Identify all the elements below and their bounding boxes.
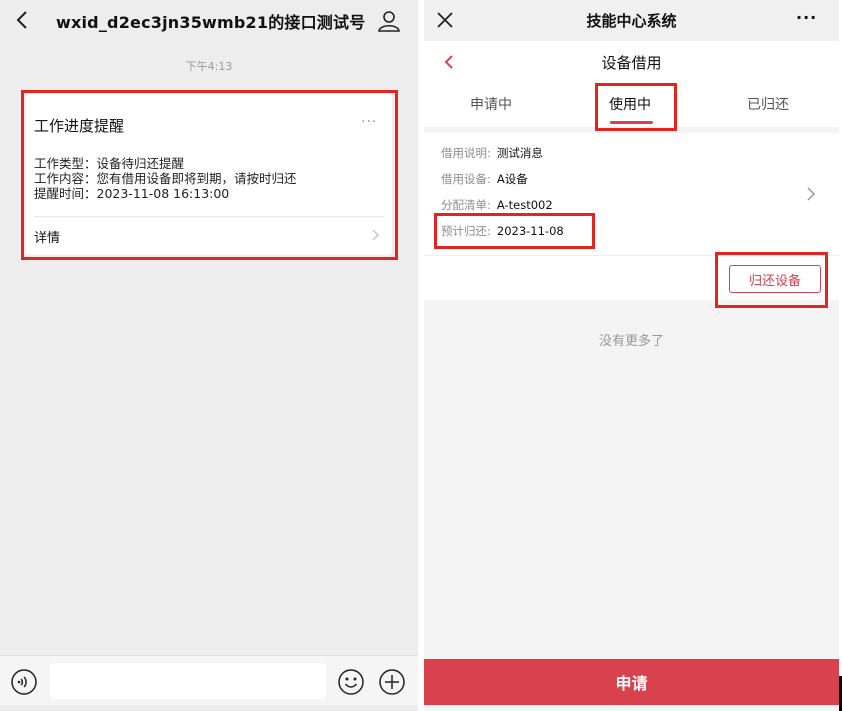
- field-value: 测试消息: [496, 146, 543, 160]
- record-field-device: 借用设备: A设备: [441, 171, 528, 187]
- chevron-left-icon[interactable]: [10, 8, 34, 32]
- field-label: 借用设备:: [441, 172, 491, 186]
- card-divider: [34, 216, 384, 217]
- card-content: 工作类型：设备待归还提醒 工作内容：您有借用设备即将到期，请按时归还 提醒时间：…: [34, 156, 297, 201]
- page-navbar: 设备借用: [424, 41, 839, 83]
- message-timestamp: 下午4:13: [185, 60, 233, 73]
- field-value: A-test002: [496, 198, 553, 212]
- app-titlebar: 技能中心系统 ···: [424, 0, 839, 41]
- no-more-text: 没有更多了: [598, 334, 664, 349]
- status-tabs: 申请中 使用中 已归还: [424, 83, 839, 127]
- card-title: 工作进度提醒: [34, 117, 125, 135]
- tab-applying[interactable]: 申请中: [470, 94, 512, 114]
- borrow-record-card[interactable]: 借用说明: 测试消息 借用设备: A设备 分配清单: A-test002 预计归还: 2…: [424, 133, 839, 300]
- more-icon[interactable]: ···: [361, 114, 377, 130]
- chat-panel: wxid_d2ec3jn35wmb21的接口测试号 下午4:13 工作进度提醒 …: [0, 0, 418, 711]
- chat-message-input[interactable]: [50, 663, 326, 699]
- field-label: 分配清单:: [441, 198, 491, 212]
- plus-circle-icon[interactable]: [378, 668, 406, 696]
- field-label: 预计归还:: [441, 224, 491, 238]
- voice-icon[interactable]: [10, 668, 38, 696]
- tab-returned[interactable]: 已归还: [747, 94, 789, 114]
- app-panel: 技能中心系统 ··· 设备借用 申请中 使用中 已归还 借用说明: 测试消息 借用…: [424, 0, 839, 711]
- page-title: 设备借用: [601, 54, 662, 72]
- card-line-time: 提醒时间：2023-11-08 16:13:00: [34, 186, 230, 201]
- reminder-card[interactable]: 工作进度提醒 ··· 工作类型：设备待归还提醒 工作内容：您有借用设备即将到期，…: [26, 94, 392, 255]
- card-line-content: 工作内容：您有借用设备即将到期，请按时归还: [34, 171, 297, 186]
- record-field-allocation: 分配清单: A-test002: [441, 197, 553, 213]
- emoji-icon[interactable]: [337, 668, 365, 696]
- card-detail-link[interactable]: 详情: [34, 227, 60, 246]
- apply-button[interactable]: 申请: [424, 659, 839, 705]
- field-label: 借用说明:: [441, 146, 491, 160]
- app-window-title: 技能中心系统: [586, 12, 677, 30]
- card-line-type: 工作类型：设备待归还提醒: [34, 156, 185, 171]
- chevron-right-icon: [370, 227, 382, 241]
- tab-in-use[interactable]: 使用中: [609, 94, 651, 114]
- active-tab-indicator: [610, 121, 653, 124]
- chat-header: wxid_d2ec3jn35wmb21的接口测试号: [0, 0, 418, 42]
- record-field-description: 借用说明: 测试消息: [441, 145, 543, 161]
- user-icon[interactable]: [376, 8, 402, 34]
- record-field-return-date: 预计归还: 2023-11-08: [441, 223, 564, 239]
- field-value: A设备: [496, 172, 528, 186]
- chat-title: wxid_d2ec3jn35wmb21的接口测试号: [56, 13, 366, 32]
- record-divider: [424, 255, 839, 256]
- field-value: 2023-11-08: [496, 224, 564, 238]
- chat-input-bar: [0, 655, 418, 705]
- more-menu-icon[interactable]: ···: [796, 8, 817, 27]
- return-device-button[interactable]: 归还设备: [729, 265, 821, 293]
- chevron-right-icon[interactable]: [805, 185, 817, 203]
